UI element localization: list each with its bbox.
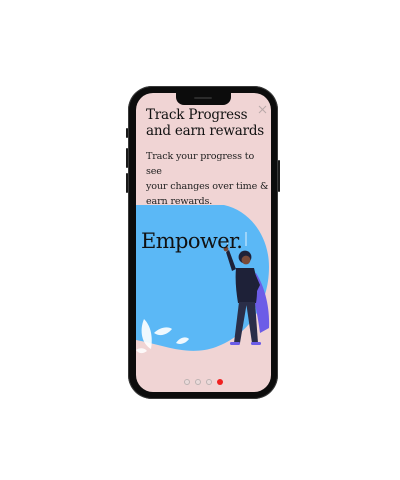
close-button[interactable] xyxy=(258,99,267,114)
phone-volume-up-button xyxy=(126,148,128,168)
onboarding-description: Track your progress to see your changes … xyxy=(146,151,269,207)
figure-shoe xyxy=(230,342,240,345)
onboarding-title: Track Progress and earn rewards xyxy=(146,107,265,139)
phone-notch xyxy=(176,93,231,105)
stage: Track Progress and earn rewards Track yo… xyxy=(0,0,400,480)
figure-face xyxy=(241,255,251,265)
phone-mute-switch xyxy=(126,128,128,138)
page-dot-1[interactable] xyxy=(184,379,190,385)
close-icon xyxy=(258,105,267,114)
leaf-shape xyxy=(136,348,147,354)
phone-screen: Track Progress and earn rewards Track yo… xyxy=(136,93,271,392)
page-dot-3[interactable] xyxy=(206,379,212,385)
figure-shoe xyxy=(251,342,261,345)
phone-power-button xyxy=(278,160,280,192)
page-dot-4[interactable] xyxy=(217,379,223,385)
empower-headline: Empower. xyxy=(141,229,243,253)
notch-speaker xyxy=(194,97,212,99)
phone-volume-down-button xyxy=(126,173,128,193)
page-dot-2[interactable] xyxy=(195,379,201,385)
page-indicator xyxy=(136,379,271,387)
